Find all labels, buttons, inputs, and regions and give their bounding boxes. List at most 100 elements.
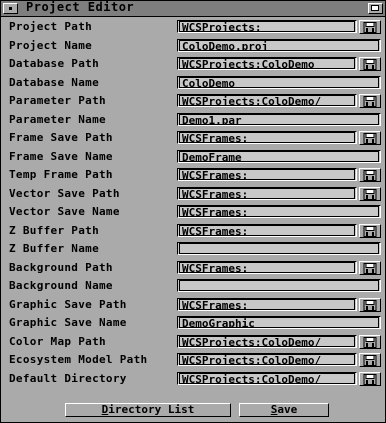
setting-label: Background Name xyxy=(9,279,113,292)
setting-label: Graphic Save Path xyxy=(9,297,127,311)
setting-label: Temp Frame Path xyxy=(9,168,113,181)
setting-label: Frame Save Path xyxy=(9,131,113,144)
bottom-button-bar: Directory List Save xyxy=(1,401,385,422)
file-requester-button[interactable] xyxy=(359,57,381,71)
file-requester-button[interactable] xyxy=(359,223,381,238)
save-label: ave xyxy=(277,403,298,416)
setting-value-field[interactable]: WCSFrames: xyxy=(177,297,357,311)
setting-row: Temp Frame Path WCSFrames: xyxy=(1,166,386,185)
setting-value-text: WCSFrames: xyxy=(179,206,379,217)
setting-value-field[interactable] xyxy=(177,279,381,292)
setting-value-text: WCSFrames: xyxy=(179,261,355,273)
setting-value-text: WCSFrames: xyxy=(179,187,355,199)
setting-row: Z Buffer Name xyxy=(1,240,386,259)
setting-row: Parameter Path WCSProjects:ColoDemo/ xyxy=(1,92,386,111)
depth-gadget-icon[interactable] xyxy=(368,3,383,14)
setting-row: Frame Save Path WCSFrames: xyxy=(1,129,386,148)
setting-value-text: WCSFrames: xyxy=(179,132,355,143)
setting-label: Color Map Path xyxy=(9,334,106,348)
setting-value-field[interactable]: WCSProjects:ColoDemo/ xyxy=(177,353,357,366)
file-requester-button[interactable] xyxy=(359,353,381,367)
setting-value-field[interactable]: WCSFrames: xyxy=(177,168,357,181)
setting-value-text: WCSProjects:ColoDemo/ xyxy=(179,95,355,106)
setting-row: Parameter Name Demo1.par xyxy=(1,111,386,130)
file-requester-button[interactable] xyxy=(359,131,381,145)
setting-label: Database Path xyxy=(9,57,99,70)
setting-value-text: WCSProjects:ColoDemo xyxy=(179,58,355,69)
setting-label: Z Buffer Name xyxy=(9,242,99,255)
setting-value-field[interactable]: WCSProjects: xyxy=(177,20,357,33)
file-requester-button[interactable] xyxy=(359,186,381,201)
setting-row: Z Buffer Path WCSFrames: xyxy=(1,222,386,241)
setting-row: Frame Save Name DemoFrame xyxy=(1,148,386,167)
file-requester-button[interactable] xyxy=(359,334,381,349)
directory-list-button[interactable]: Directory List xyxy=(65,403,231,417)
setting-label: Parameter Name xyxy=(9,112,106,126)
setting-row: Background Path WCSFrames: xyxy=(1,259,386,278)
setting-value-field[interactable]: ColoDemo xyxy=(177,75,381,89)
setting-row: Database Name ColoDemo xyxy=(1,74,386,93)
setting-label: Background Path xyxy=(9,260,113,274)
setting-value-text: WCSProjects:ColoDemo/ xyxy=(179,372,355,384)
setting-label: Default Directory xyxy=(9,371,127,385)
setting-value-field[interactable]: WCSFrames: xyxy=(177,186,357,200)
setting-value-field[interactable]: WCSProjects:ColoDemo/ xyxy=(177,94,357,107)
setting-value-text: WCSFrames: xyxy=(179,169,355,180)
setting-value-field[interactable]: WCSFrames: xyxy=(177,260,357,274)
file-requester-button[interactable] xyxy=(359,20,381,34)
setting-row: Graphic Save Path WCSFrames: xyxy=(1,296,386,315)
setting-value-field[interactable]: WCSFrames: xyxy=(177,223,357,237)
setting-value-field[interactable]: WCSFrames: xyxy=(177,131,357,144)
setting-label: Project Path xyxy=(9,20,93,33)
setting-value-text: ColoDemo xyxy=(179,76,379,88)
setting-label: Database Name xyxy=(9,75,99,89)
setting-label: Ecosystem Model Path xyxy=(9,353,148,366)
setting-label: Graphic Save Name xyxy=(9,316,127,329)
setting-row: Project Name ColoDemo.proj xyxy=(1,37,386,56)
directory-list-label: irectory List xyxy=(108,403,195,416)
setting-value-text: WCSProjects:ColoDemo/ xyxy=(179,335,355,347)
setting-value-text: WCSProjects: xyxy=(179,21,355,32)
setting-row: Default Directory WCSProjects:ColoDemo/ xyxy=(1,370,386,389)
setting-row: Database Path WCSProjects:ColoDemo xyxy=(1,55,386,74)
close-gadget-icon[interactable] xyxy=(3,3,18,14)
setting-label: Project Name xyxy=(9,38,93,52)
setting-row: Graphic Save Name DemoGraphic xyxy=(1,314,386,333)
title-bar[interactable]: Project Editor xyxy=(1,0,385,17)
file-requester-button[interactable] xyxy=(359,371,381,386)
setting-value-text xyxy=(179,243,379,254)
setting-label: Parameter Path xyxy=(9,94,106,107)
setting-value-text: WCSFrames: xyxy=(179,298,355,310)
setting-value-text: DemoGraphic xyxy=(179,317,379,328)
path-settings-list: Project Path WCSProjects: Project Name Colo… xyxy=(1,18,386,388)
setting-value-text: WCSFrames: xyxy=(179,224,355,236)
window-title: Project Editor xyxy=(26,0,135,14)
setting-value-field[interactable]: DemoGraphic xyxy=(177,316,381,329)
setting-label: Z Buffer Path xyxy=(9,223,99,237)
setting-value-field[interactable]: WCSProjects:ColoDemo/ xyxy=(177,371,357,385)
setting-row: Background Name xyxy=(1,277,386,296)
setting-value-field[interactable] xyxy=(177,242,381,255)
setting-label: Frame Save Name xyxy=(9,149,113,163)
file-requester-button[interactable] xyxy=(359,260,381,275)
file-requester-button[interactable] xyxy=(359,94,381,108)
setting-value-field[interactable]: WCSProjects:ColoDemo/ xyxy=(177,334,357,348)
setting-value-field[interactable]: WCSProjects:ColoDemo xyxy=(177,57,357,70)
setting-value-text xyxy=(179,280,379,291)
setting-value-field[interactable]: ColoDemo.proj xyxy=(177,38,381,52)
setting-value-text: WCSProjects:ColoDemo/ xyxy=(179,354,355,365)
project-editor-window: Project Editor Project Path WCSProjects: P… xyxy=(0,0,386,423)
setting-label: Vector Save Path xyxy=(9,186,120,200)
save-button[interactable]: Save xyxy=(239,403,329,417)
setting-value-field[interactable]: WCSFrames: xyxy=(177,205,381,218)
setting-row: Ecosystem Model Path WCSProjects:ColoDemo… xyxy=(1,351,386,370)
setting-value-field[interactable]: Demo1.par xyxy=(177,112,381,126)
file-requester-button[interactable] xyxy=(359,297,381,312)
setting-value-text: Demo1.par xyxy=(179,113,379,125)
setting-row: Vector Save Path WCSFrames: xyxy=(1,185,386,204)
file-requester-button[interactable] xyxy=(359,168,381,182)
setting-value-text: DemoFrame xyxy=(179,150,379,162)
setting-value-field[interactable]: DemoFrame xyxy=(177,149,381,163)
setting-row: Vector Save Name WCSFrames: xyxy=(1,203,386,222)
setting-row: Color Map Path WCSProjects:ColoDemo/ xyxy=(1,333,386,352)
